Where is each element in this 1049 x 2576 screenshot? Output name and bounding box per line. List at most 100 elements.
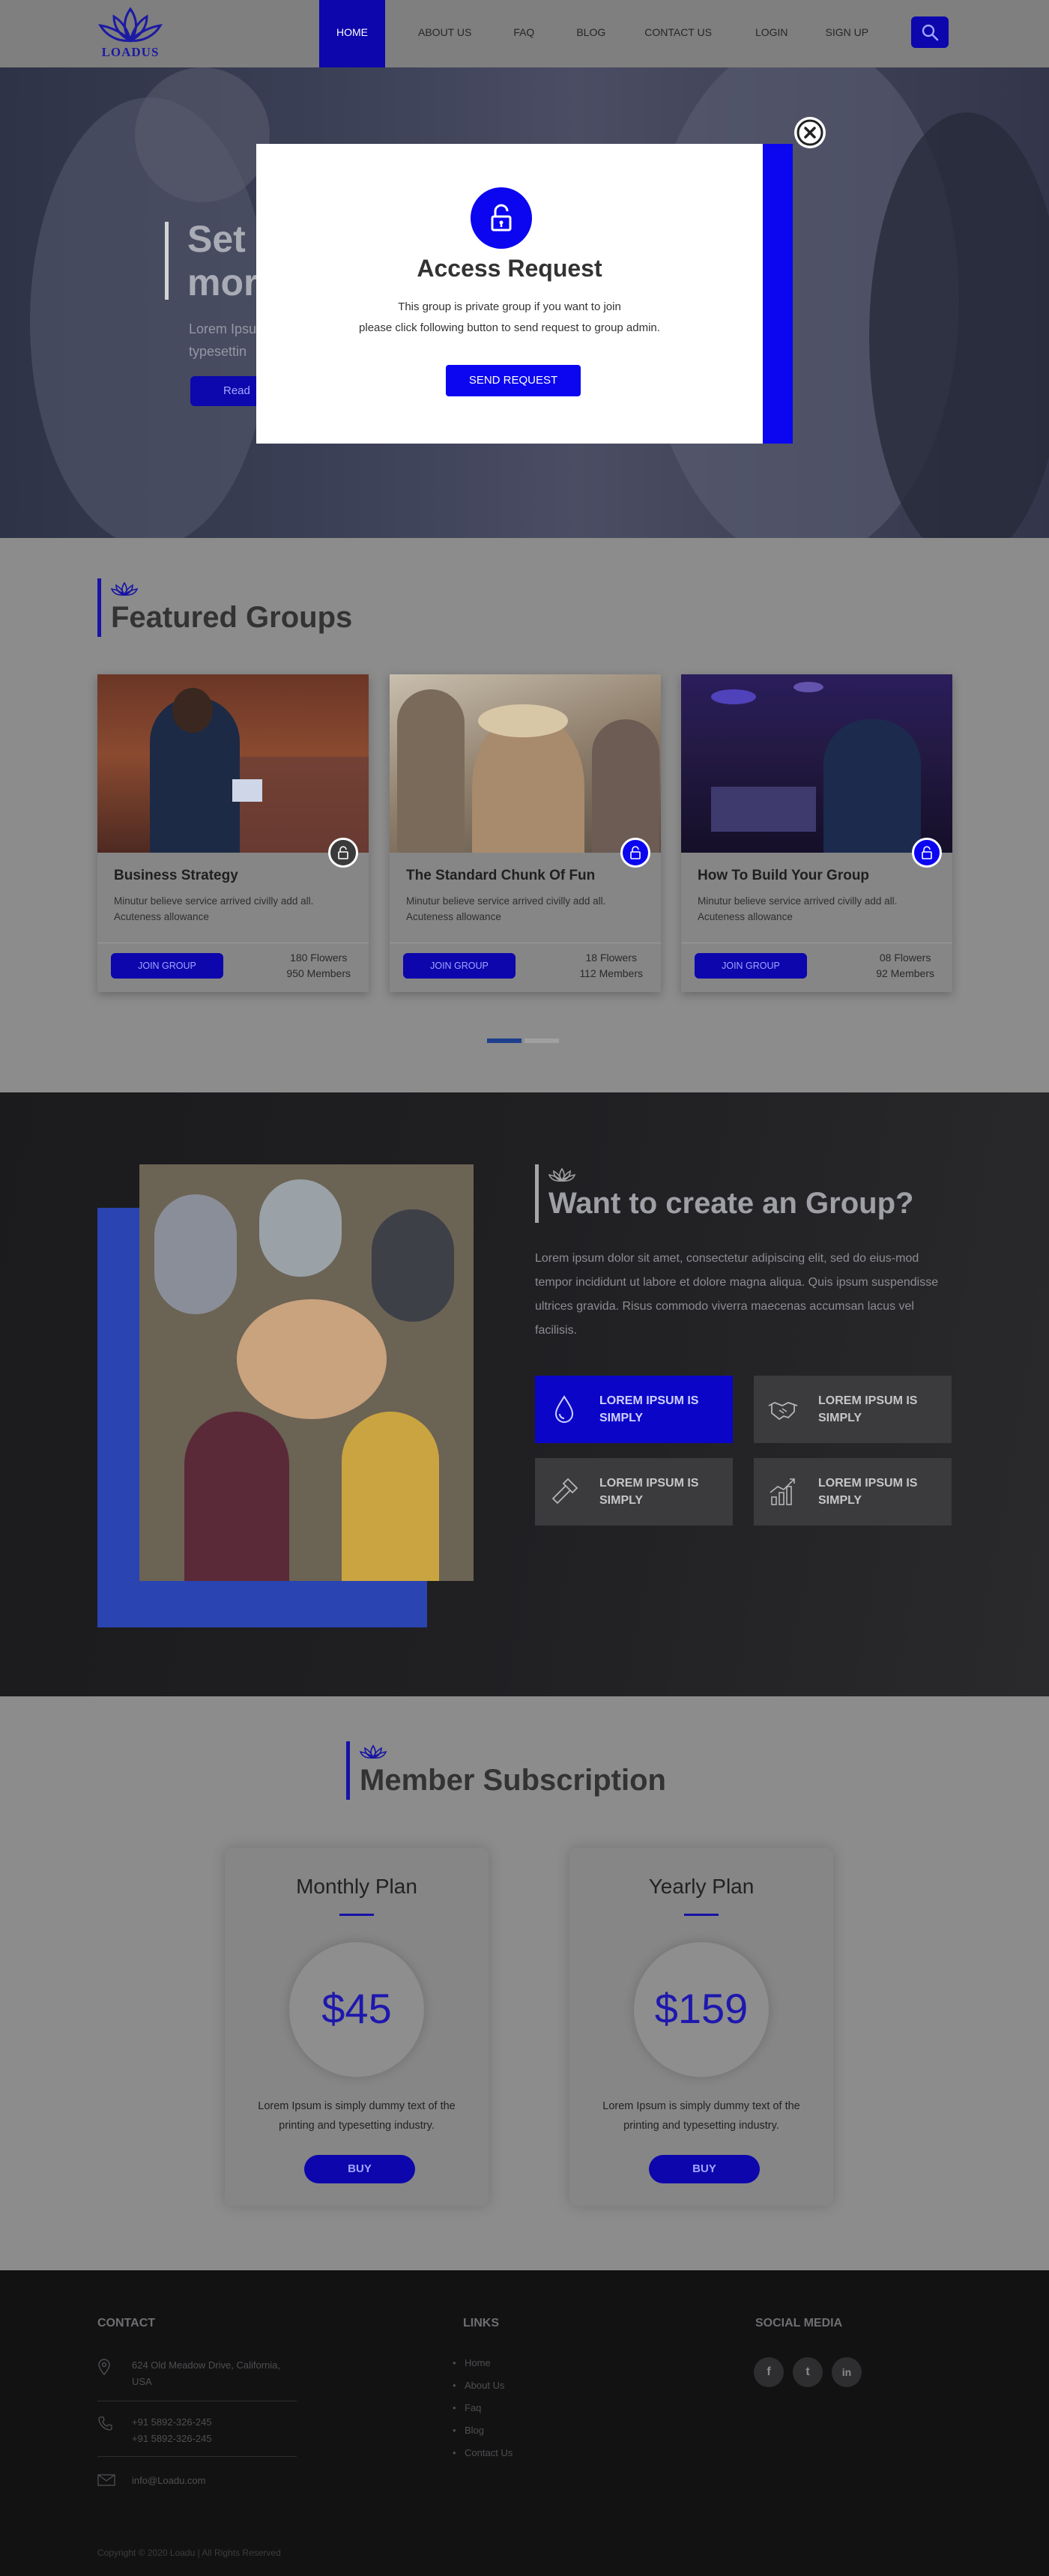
plan-divider	[684, 1914, 719, 1916]
heading-accent-bar	[346, 1741, 350, 1800]
modal-title: Access Request	[417, 255, 602, 282]
search-button[interactable]	[911, 16, 949, 48]
section-title: Featured Groups	[111, 601, 353, 634]
phone-number[interactable]: +91 5892-326-245	[132, 2431, 212, 2447]
modal-message-line: please click following button to send re…	[359, 321, 660, 334]
join-group-button[interactable]: JOIN GROUP	[403, 953, 516, 979]
nav-login[interactable]: LOGIN	[755, 0, 788, 67]
feature-box[interactable]: LOREM IPSUM IS SIMPLY	[535, 1376, 733, 1443]
section-title: Member Subscription	[360, 1764, 666, 1797]
unlock-icon	[630, 846, 641, 859]
carousel-dot[interactable]	[524, 1038, 559, 1043]
copyright-text: Copyright © 2020 Loadu | All Rights Rese…	[97, 2548, 281, 2558]
group-card-image	[390, 674, 661, 853]
linkedin-icon[interactable]: in	[832, 2357, 862, 2387]
plan-divider	[339, 1914, 374, 1916]
footer-contact-heading: CONTACT	[97, 2317, 156, 2329]
photo-person-shape	[397, 689, 465, 853]
group-card[interactable]: How To Build Your Group Minutur believe …	[681, 674, 952, 992]
site-footer: CONTACT 624 Old Meadow Drive, California…	[0, 2270, 1049, 2576]
growth-chart-icon	[770, 1478, 795, 1505]
buy-button[interactable]: BUY	[304, 2155, 415, 2183]
plan-price: $159	[654, 1985, 749, 2032]
footer-link-blog[interactable]: Blog	[453, 2425, 484, 2436]
photo-person-shape	[184, 1412, 289, 1581]
nav-contact-us[interactable]: CONTACT US	[644, 0, 712, 67]
group-members-count: 950 Members	[286, 967, 351, 979]
photo-person-shape	[342, 1412, 439, 1581]
group-stats: 08 Flowers 92 Members	[876, 950, 934, 982]
feature-box[interactable]: LOREM IPSUM IS SIMPLY	[754, 1458, 952, 1526]
nav-faq[interactable]: FAQ	[513, 0, 534, 67]
footer-link-contact-us[interactable]: Contact Us	[453, 2447, 513, 2458]
footer-link-faq[interactable]: Faq	[453, 2402, 482, 2413]
access-request-modal: Access Request This group is private gro…	[256, 144, 793, 444]
modal-message: This group is private group if you want …	[256, 297, 763, 339]
send-request-button[interactable]: SEND REQUEST	[446, 365, 581, 396]
email-link[interactable]: info@Loadu.com	[132, 2473, 205, 2489]
lotus-icon	[111, 581, 138, 596]
group-card[interactable]: The Standard Chunk Of Fun Minutur believ…	[390, 674, 661, 992]
nav-blog[interactable]: BLOG	[576, 0, 605, 67]
group-members-count: 92 Members	[876, 967, 934, 979]
unlock-icon	[491, 204, 512, 232]
modal-close-button[interactable]	[794, 117, 826, 148]
group-description: Minutur believe service arrived civilly …	[406, 895, 606, 922]
group-lock-badge[interactable]	[620, 838, 650, 868]
heading-accent-bar	[535, 1164, 539, 1223]
unlock-icon	[338, 846, 348, 859]
group-card-image	[681, 674, 952, 853]
logo-text: LOADUS	[101, 45, 160, 59]
nav-sign-up[interactable]: SIGN UP	[826, 0, 869, 67]
photo-person-shape	[154, 1194, 237, 1314]
feature-box[interactable]: LOREM IPSUM IS SIMPLY	[535, 1458, 733, 1526]
group-description: Minutur believe service arrived civilly …	[114, 895, 314, 922]
team-photo	[139, 1164, 474, 1581]
lotus-icon	[360, 1744, 387, 1759]
nav-about-us[interactable]: ABOUT US	[418, 0, 471, 67]
modal-icon-badge	[471, 187, 532, 249]
group-lock-badge[interactable]	[912, 838, 942, 868]
site-header: LOADUS HOME ABOUT US FAQ BLOG CONTACT US…	[0, 0, 1049, 67]
section-title: Want to create an Group?	[548, 1187, 914, 1220]
create-group-description: Lorem ipsum dolor sit amet, consectetur …	[535, 1252, 939, 1337]
group-stats: 18 Flowers 112 Members	[579, 950, 643, 982]
plan-name: Yearly Plan	[648, 1875, 755, 1898]
create-group-section: Want to create an Group? Lorem ipsum dol…	[0, 1092, 1049, 1696]
feature-label: LOREM IPSUM IS SIMPLY	[599, 1477, 699, 1507]
plan-description: Lorem Ipsum is simply dummy text of the …	[258, 2100, 456, 2132]
carousel-dot-active[interactable]	[487, 1038, 522, 1043]
group-card[interactable]: Business Strategy Minutur believe servic…	[97, 674, 369, 992]
group-stats: 180 Flowers 950 Members	[286, 950, 351, 982]
heading-accent-bar	[97, 578, 101, 637]
group-lock-badge[interactable]	[328, 838, 358, 868]
pricing-plan-card: Yearly Plan $159 Lorem Ipsum is simply d…	[569, 1848, 833, 2206]
phone-icon	[98, 2416, 112, 2431]
nav-home[interactable]: HOME	[319, 0, 385, 67]
close-icon	[796, 119, 823, 146]
buy-button[interactable]: BUY	[649, 2155, 760, 2183]
pricing-plan-card: Monthly Plan $45 Lorem Ipsum is simply d…	[225, 1848, 489, 2206]
envelope-icon	[97, 2474, 115, 2486]
main-nav: HOME ABOUT US FAQ BLOG CONTACT US LOGIN …	[319, 0, 868, 67]
logo[interactable]: LOADUS	[96, 3, 165, 61]
join-group-button[interactable]: JOIN GROUP	[111, 953, 223, 979]
facebook-icon[interactable]: f	[754, 2357, 784, 2387]
handshake-icon	[768, 1402, 798, 1421]
lotus-icon	[548, 1167, 575, 1182]
footer-link-home[interactable]: Home	[453, 2357, 491, 2368]
photo-person-shape	[823, 719, 921, 853]
feature-box[interactable]: LOREM IPSUM IS SIMPLY	[754, 1376, 952, 1443]
footer-separator	[97, 2456, 297, 2457]
photo-light-shape	[793, 682, 823, 692]
group-card-image	[97, 674, 369, 853]
group-title: How To Build Your Group	[698, 868, 870, 883]
feature-label: LOREM IPSUM IS SIMPLY	[599, 1394, 699, 1424]
group-title: The Standard Chunk Of Fun	[406, 868, 596, 883]
footer-link-about-us[interactable]: About Us	[453, 2380, 505, 2391]
group-flowers-count: 180 Flowers	[290, 952, 348, 964]
phone-number[interactable]: +91 5892-326-245	[132, 2414, 212, 2431]
price-circle: $45	[289, 1942, 424, 2077]
twitter-icon[interactable]: t	[793, 2357, 823, 2387]
join-group-button[interactable]: JOIN GROUP	[695, 953, 807, 979]
